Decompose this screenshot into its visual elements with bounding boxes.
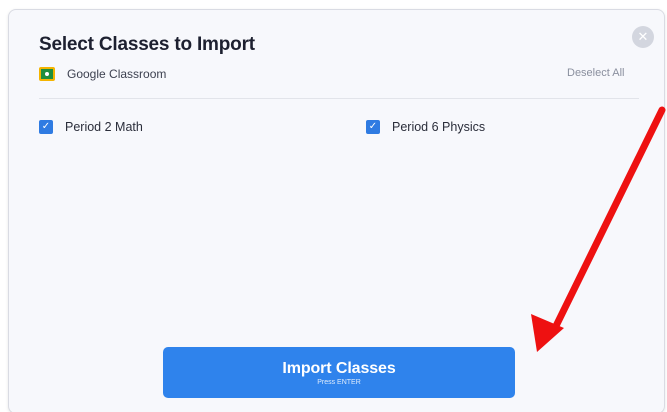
import-button-hint: Press ENTER <box>317 379 361 386</box>
checkbox-checked-icon[interactable]: ✓ <box>366 120 380 134</box>
checkbox-checked-icon[interactable]: ✓ <box>39 120 53 134</box>
import-classes-button[interactable]: Import Classes Press ENTER <box>163 347 515 398</box>
import-button-label: Import Classes <box>282 360 396 377</box>
class-label: Period 6 Physics <box>392 120 486 134</box>
class-item-period-6-physics[interactable]: ✓ Period 6 Physics <box>366 118 485 136</box>
source-row: Google Classroom <box>39 64 166 84</box>
deselect-all-link[interactable]: Deselect All <box>567 67 624 79</box>
class-label: Period 2 Math <box>65 120 143 134</box>
source-name: Google Classroom <box>67 67 167 81</box>
divider <box>39 98 639 99</box>
close-icon[interactable]: ✕ <box>632 26 654 48</box>
modal-title: Select Classes to Import <box>39 34 255 55</box>
google-classroom-icon <box>39 67 55 81</box>
class-item-period-2-math[interactable]: ✓ Period 2 Math <box>39 118 143 136</box>
screenshot-stage: ✕ Select Classes to Import Google Classr… <box>0 0 667 412</box>
